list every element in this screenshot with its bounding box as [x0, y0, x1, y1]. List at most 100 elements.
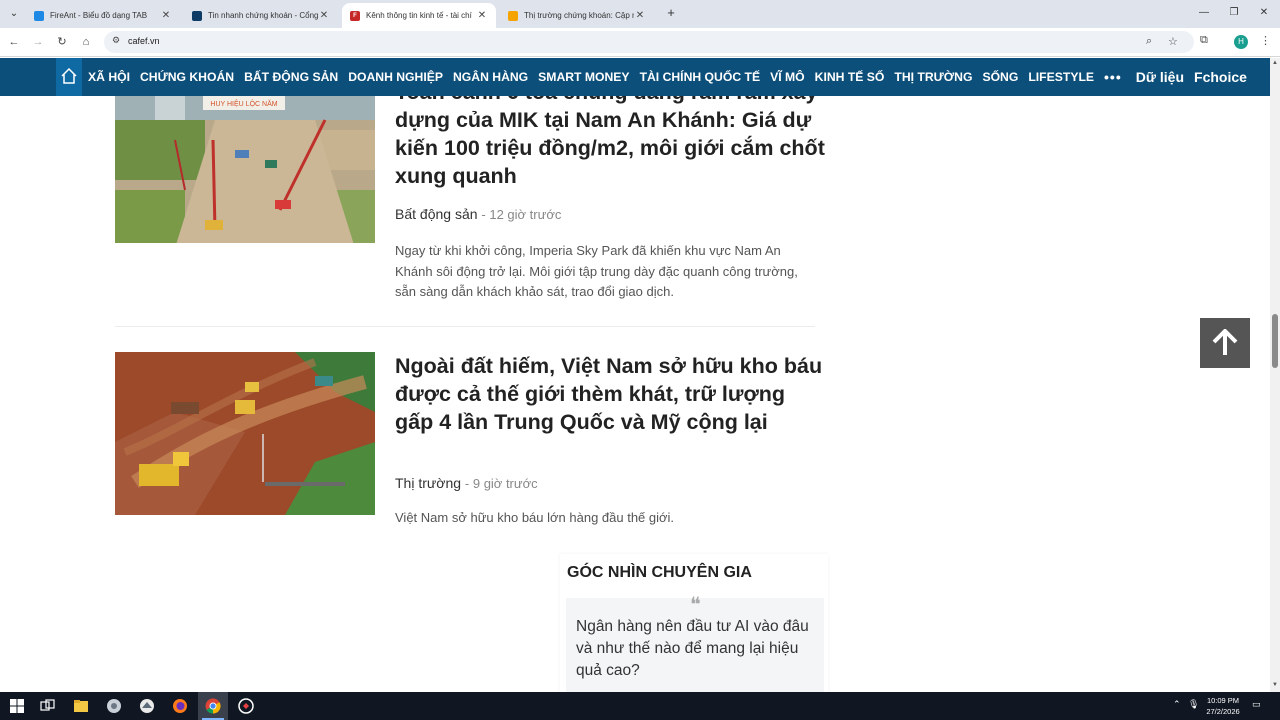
article-meta: Thị trường - 9 giờ trước — [395, 475, 538, 491]
nav-items: XÃ HỘI CHỨNG KHOÁN BẤT ĐỘNG SẢN DOANH NG… — [88, 58, 1257, 96]
bookmark-star-icon[interactable]: ☆ — [1168, 35, 1178, 48]
tab-title: Thị trường chứng khoán: Cập nh — [524, 11, 634, 20]
nav-item-vi-mo[interactable]: VĨ MÔ — [770, 70, 805, 84]
tray-chevron-up-icon[interactable]: ⌃ — [1173, 699, 1181, 710]
fireant-favicon-icon — [34, 10, 44, 21]
scroll-up-arrow-icon[interactable]: ▲ — [1270, 60, 1280, 70]
article-item[interactable]: Ngoài đất hiếm, Việt Nam sở hữu kho báu … — [115, 352, 822, 542]
home-nav-button[interactable] — [56, 58, 82, 96]
notification-icon[interactable]: ▭ — [1252, 699, 1261, 710]
nav-item-tai-chinh-quoc-te[interactable]: TÀI CHÍNH QUỐC TẾ — [640, 70, 761, 84]
more-menu-icon[interactable]: ••• — [1104, 69, 1122, 85]
browser-toolbar: ← → ↻ ⌂ ⚙ cafef.vn ⌕ ☆ ⧉ H ⋮ — [0, 28, 1280, 57]
site-main-nav: XÃ HỘI CHỨNG KHOÁN BẤT ĐỘNG SẢN DOANH NG… — [0, 58, 1270, 96]
firefox-icon[interactable] — [171, 697, 189, 715]
cafef-favicon-icon: F — [350, 10, 360, 21]
mining-site-image — [115, 352, 375, 515]
profile-avatar[interactable]: H — [1234, 35, 1248, 49]
url-text: cafef.vn — [128, 36, 160, 46]
nav-item-du-lieu[interactable]: Dữ liệu — [1136, 69, 1184, 85]
close-icon[interactable]: ✕ — [476, 10, 488, 21]
reload-icon[interactable]: ↻ — [54, 34, 70, 50]
tab-title: FireAnt - Biểu đồ dạng TAB — [50, 11, 148, 20]
scrollbar-thumb[interactable] — [1272, 314, 1278, 368]
page-scrollbar[interactable]: ▲ ▼ — [1270, 58, 1280, 692]
os-taskbar: ⌃ 🎙 10:09 PM 27/2/2026 ▭ — [0, 692, 1280, 720]
app-icon[interactable] — [237, 697, 255, 715]
article-excerpt[interactable]: Việt Nam sở hữu kho báu lớn hàng đầu thế… — [395, 508, 815, 529]
image-banner-text: HUY HIỆU LỘC NĂM — [210, 99, 277, 108]
expert-quote-card[interactable]: ❝ Ngân hàng nên đầu tư AI vào đâu và như… — [566, 592, 824, 692]
back-to-top-button[interactable] — [1200, 318, 1250, 368]
nav-item-thi-truong[interactable]: THỊ TRƯỜNG — [894, 70, 972, 84]
article-divider — [115, 326, 815, 327]
article-item[interactable]: HUY HIỆU LỘC NĂM Toàn cảnh 6 tòa chung đ… — [115, 96, 825, 320]
tab-cafef[interactable]: F Kênh thông tin kinh tế - tài chí ✕ — [342, 3, 496, 28]
expert-heading[interactable]: GÓC NHÌN CHUYÊN GIA — [567, 564, 752, 582]
chrome-icon — [205, 698, 221, 714]
back-arrow-icon[interactable]: ← — [6, 34, 22, 50]
new-tab-plus-icon[interactable]: + — [664, 6, 678, 20]
article-title[interactable]: Toàn cảnh 6 tòa chung đang rầm rầm xây d… — [395, 96, 825, 190]
tab-title: Tin nhanh chứng khoán - Cổng — [208, 11, 318, 20]
site-info-icon[interactable]: ⚙ — [112, 35, 120, 46]
taskbar-active-slot[interactable] — [198, 692, 228, 720]
taskbar-clock[interactable]: 10:09 PM 27/2/2026 — [1200, 695, 1246, 717]
extensions-icon[interactable]: ⧉ — [1200, 34, 1208, 47]
page-content: HUY HIỆU LỘC NĂM Toàn cảnh 6 tòa chung đ… — [0, 96, 1270, 692]
menu-kebab-icon[interactable]: ⋮ — [1260, 34, 1271, 47]
nav-item-kinh-te-so[interactable]: KINH TẾ SỐ — [815, 70, 885, 84]
scroll-down-arrow-icon[interactable]: ▼ — [1270, 682, 1280, 692]
close-icon[interactable]: ✕ — [160, 10, 172, 21]
nav-item-song[interactable]: SỐNG — [982, 70, 1018, 84]
article-thumbnail[interactable] — [115, 352, 375, 515]
article-category[interactable]: Thị trường — [395, 475, 461, 491]
nav-item-xa-hoi[interactable]: XÃ HỘI — [88, 70, 130, 84]
tab-title: Kênh thông tin kinh tế - tài chí — [366, 11, 472, 20]
forward-arrow-icon[interactable]: → — [30, 34, 46, 50]
house-icon — [61, 67, 77, 84]
article-excerpt[interactable]: Ngay từ khi khởi công, Imperia Sky Park … — [395, 241, 815, 303]
article-thumbnail[interactable]: HUY HIỆU LỘC NĂM — [115, 96, 375, 243]
windows-start-icon[interactable] — [8, 697, 26, 715]
nav-item-fchoice[interactable]: Fchoice — [1194, 69, 1247, 85]
article-title[interactable]: Ngoài đất hiếm, Việt Nam sở hữu kho báu … — [395, 352, 825, 436]
clock-date: 27/2/2026 — [1206, 707, 1240, 716]
task-view-icon[interactable] — [38, 697, 56, 715]
minimize-icon[interactable]: — — [1194, 5, 1214, 21]
nav-item-bat-dong-san[interactable]: BẤT ĐỘNG SẢN — [244, 70, 338, 84]
tab-thitruong[interactable]: Thị trường chứng khoán: Cập nh ✕ — [500, 3, 654, 28]
nav-item-smart-money[interactable]: SMART MONEY — [538, 70, 629, 84]
article-time: - 9 giờ trước — [464, 476, 538, 491]
close-icon[interactable]: ✕ — [318, 10, 330, 21]
article-time: - 12 giờ trước — [481, 207, 562, 222]
close-icon[interactable]: ✕ — [634, 10, 646, 21]
app-icon[interactable] — [105, 697, 123, 715]
file-explorer-icon[interactable] — [72, 697, 90, 715]
expert-quote-text[interactable]: Ngân hàng nên đầu tư AI vào đâu và như t… — [576, 616, 812, 682]
quote-icon: ❝ — [690, 592, 701, 616]
tab-fireant[interactable]: FireAnt - Biểu đồ dạng TAB ✕ — [26, 3, 180, 28]
restore-icon[interactable]: ❐ — [1224, 5, 1244, 21]
window-close-icon[interactable]: ✕ — [1254, 5, 1274, 21]
nav-item-ngan-hang[interactable]: NGÂN HÀNG — [453, 70, 528, 84]
article-category[interactable]: Bất động sản — [395, 206, 478, 222]
nav-item-lifestyle[interactable]: LIFESTYLE — [1028, 70, 1094, 84]
nav-item-doanh-nghiep[interactable]: DOANH NGHIỆP — [348, 70, 443, 84]
site-favicon-icon — [192, 10, 202, 21]
browser-tab-bar: ⌄ FireAnt - Biểu đồ dạng TAB ✕ Tin nhanh… — [0, 0, 1280, 28]
construction-site-image: HUY HIỆU LỘC NĂM — [115, 96, 375, 243]
microphone-icon[interactable]: 🎙 — [1188, 699, 1199, 710]
address-bar[interactable]: ⚙ cafef.vn ⌕ ☆ — [104, 31, 1194, 53]
home-icon[interactable]: ⌂ — [78, 34, 94, 50]
zoom-icon[interactable]: ⌕ — [1146, 35, 1152, 48]
nav-item-chung-khoan[interactable]: CHỨNG KHOÁN — [140, 70, 234, 84]
site-favicon-icon — [508, 10, 518, 21]
clock-time: 10:09 PM — [1206, 696, 1240, 705]
arrow-up-icon — [1212, 329, 1238, 355]
tab-tinnhanh[interactable]: Tin nhanh chứng khoán - Cổng ✕ — [184, 3, 338, 28]
app-icon[interactable] — [138, 697, 156, 715]
tab-search-icon[interactable]: ⌄ — [6, 6, 22, 22]
expert-opinion-box: GÓC NHÌN CHUYÊN GIA ❝ Ngân hàng nên đầu … — [560, 554, 828, 692]
article-meta: Bất động sản - 12 giờ trước — [395, 206, 561, 222]
